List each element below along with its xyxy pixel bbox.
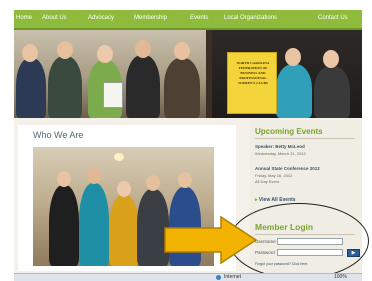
browser-status-bar [14,273,362,281]
event-title[interactable]: Speaker: Betty McLeod [255,144,305,149]
globe-icon [216,275,221,280]
status-zone: Internet [224,274,241,280]
main-nav: Home About Us Advocacy Membership Events… [14,10,362,30]
bpw-banner: NORTH CAROLINA FEDERATION OF BUSINESS AN… [227,52,277,114]
event-title[interactable]: Annual State Conference 2012 [255,166,320,171]
nav-advocacy[interactable]: Advocacy [88,15,114,21]
events-divider [255,138,355,139]
status-zoom[interactable]: 100% [334,274,347,280]
nav-local-organizations[interactable]: Local Organizations [224,15,277,21]
lamp-glow [114,153,124,161]
header-photo-group [14,30,206,118]
view-all-events-link[interactable]: ▸ View All Events [255,197,296,203]
nav-events[interactable]: Events [190,15,208,21]
nav-about-us[interactable]: About Us [42,15,67,21]
pointer-arrow-icon [164,215,258,265]
nav-contact-us[interactable]: Contact Us [318,15,348,21]
events-heading: Upcoming Events [255,127,323,136]
page-title: Who We Are [33,130,84,140]
nav-home[interactable]: Home [16,15,32,21]
banner-text: NORTH CAROLINA FEDERATION OF BUSINESS AN… [236,61,270,85]
event-date: Friday, May 18, 2012 [255,173,293,178]
nav-membership[interactable]: Membership [134,15,167,21]
view-all-label: View All Events [258,197,296,203]
event-extra: All Day Event [255,179,280,184]
event-date: Wednesday, March 21, 2012 [255,151,306,156]
header-photo-strip: NORTH CAROLINA FEDERATION OF BUSINESS AN… [14,30,362,118]
